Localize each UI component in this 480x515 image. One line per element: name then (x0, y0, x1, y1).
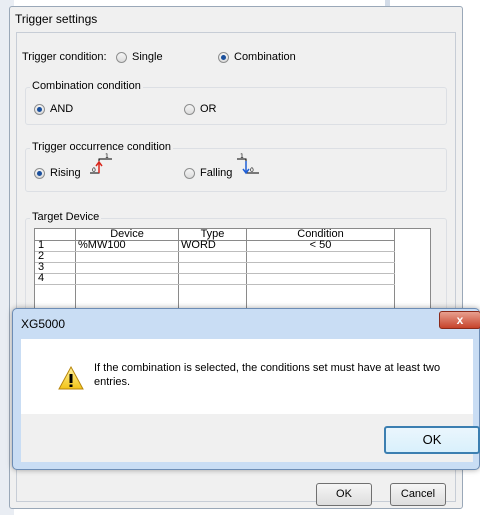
column-header-device[interactable]: Device (76, 229, 178, 240)
warning-icon (58, 365, 84, 390)
svg-text:0: 0 (250, 167, 254, 174)
target-device-table: Device Type Condition 1 %MW100 WORD < 50… (34, 228, 431, 319)
combination-radio[interactable] (218, 52, 229, 63)
or-radio-label[interactable]: OR (200, 103, 217, 115)
column-divider (75, 229, 76, 319)
dialog-ok-button[interactable]: OK (384, 426, 480, 454)
row-number: 4 (38, 273, 45, 284)
device-cell[interactable] (78, 251, 176, 262)
rising-edge-icon: 1 0 (88, 153, 114, 179)
rising-radio-label[interactable]: Rising (50, 167, 81, 179)
occurrence-condition-title: Trigger occurrence condition (30, 141, 173, 153)
cancel-button[interactable]: Cancel (390, 483, 446, 506)
condition-cell[interactable]: < 50 (247, 240, 394, 251)
single-radio[interactable] (116, 52, 127, 63)
or-radio[interactable] (184, 104, 195, 115)
target-device-title: Target Device (30, 211, 102, 223)
and-radio[interactable] (34, 104, 45, 115)
column-divider (178, 229, 179, 319)
message-box-title: XG5000 (21, 317, 66, 331)
trigger-condition-label: Trigger condition: (22, 51, 107, 63)
falling-edge-icon: 1 0 (235, 153, 261, 179)
message-text: If the combination is selected, the cond… (94, 362, 441, 388)
condition-cell[interactable] (247, 262, 394, 273)
rising-radio[interactable] (34, 168, 45, 179)
close-button[interactable]: x (439, 311, 480, 329)
close-icon: x (456, 313, 464, 327)
falling-radio[interactable] (184, 168, 195, 179)
combination-condition-title: Combination condition (30, 80, 143, 92)
single-radio-label[interactable]: Single (132, 51, 163, 63)
column-header-condition[interactable]: Condition (247, 229, 394, 240)
condition-cell[interactable] (247, 273, 394, 284)
type-cell[interactable]: WORD (181, 240, 245, 251)
xg5000-message-box: XG5000 x If the combination is selected,… (12, 308, 480, 470)
ok-button[interactable]: OK (316, 483, 372, 506)
row-divider (35, 284, 395, 285)
svg-text:1: 1 (240, 153, 244, 160)
device-cell[interactable]: %MW100 (78, 240, 176, 251)
svg-text:0: 0 (92, 167, 96, 174)
type-cell[interactable] (181, 262, 245, 273)
column-header-type[interactable]: Type (179, 229, 246, 240)
row-number: 3 (38, 262, 45, 273)
row-number: 2 (38, 251, 45, 262)
row-number: 1 (38, 240, 45, 251)
type-cell[interactable] (181, 273, 245, 284)
device-cell[interactable] (78, 273, 176, 284)
window-title: Trigger settings (15, 12, 98, 26)
column-divider (394, 229, 395, 319)
message-box-footer: OK (21, 414, 480, 462)
device-cell[interactable] (78, 262, 176, 273)
message-box-body: If the combination is selected, the cond… (21, 339, 473, 414)
and-radio-label[interactable]: AND (50, 103, 73, 115)
type-cell[interactable] (181, 251, 245, 262)
svg-text:1: 1 (105, 153, 109, 160)
falling-radio-label[interactable]: Falling (200, 167, 232, 179)
combination-radio-label[interactable]: Combination (234, 51, 296, 63)
condition-cell[interactable] (247, 251, 394, 262)
combination-condition-group (25, 87, 447, 125)
